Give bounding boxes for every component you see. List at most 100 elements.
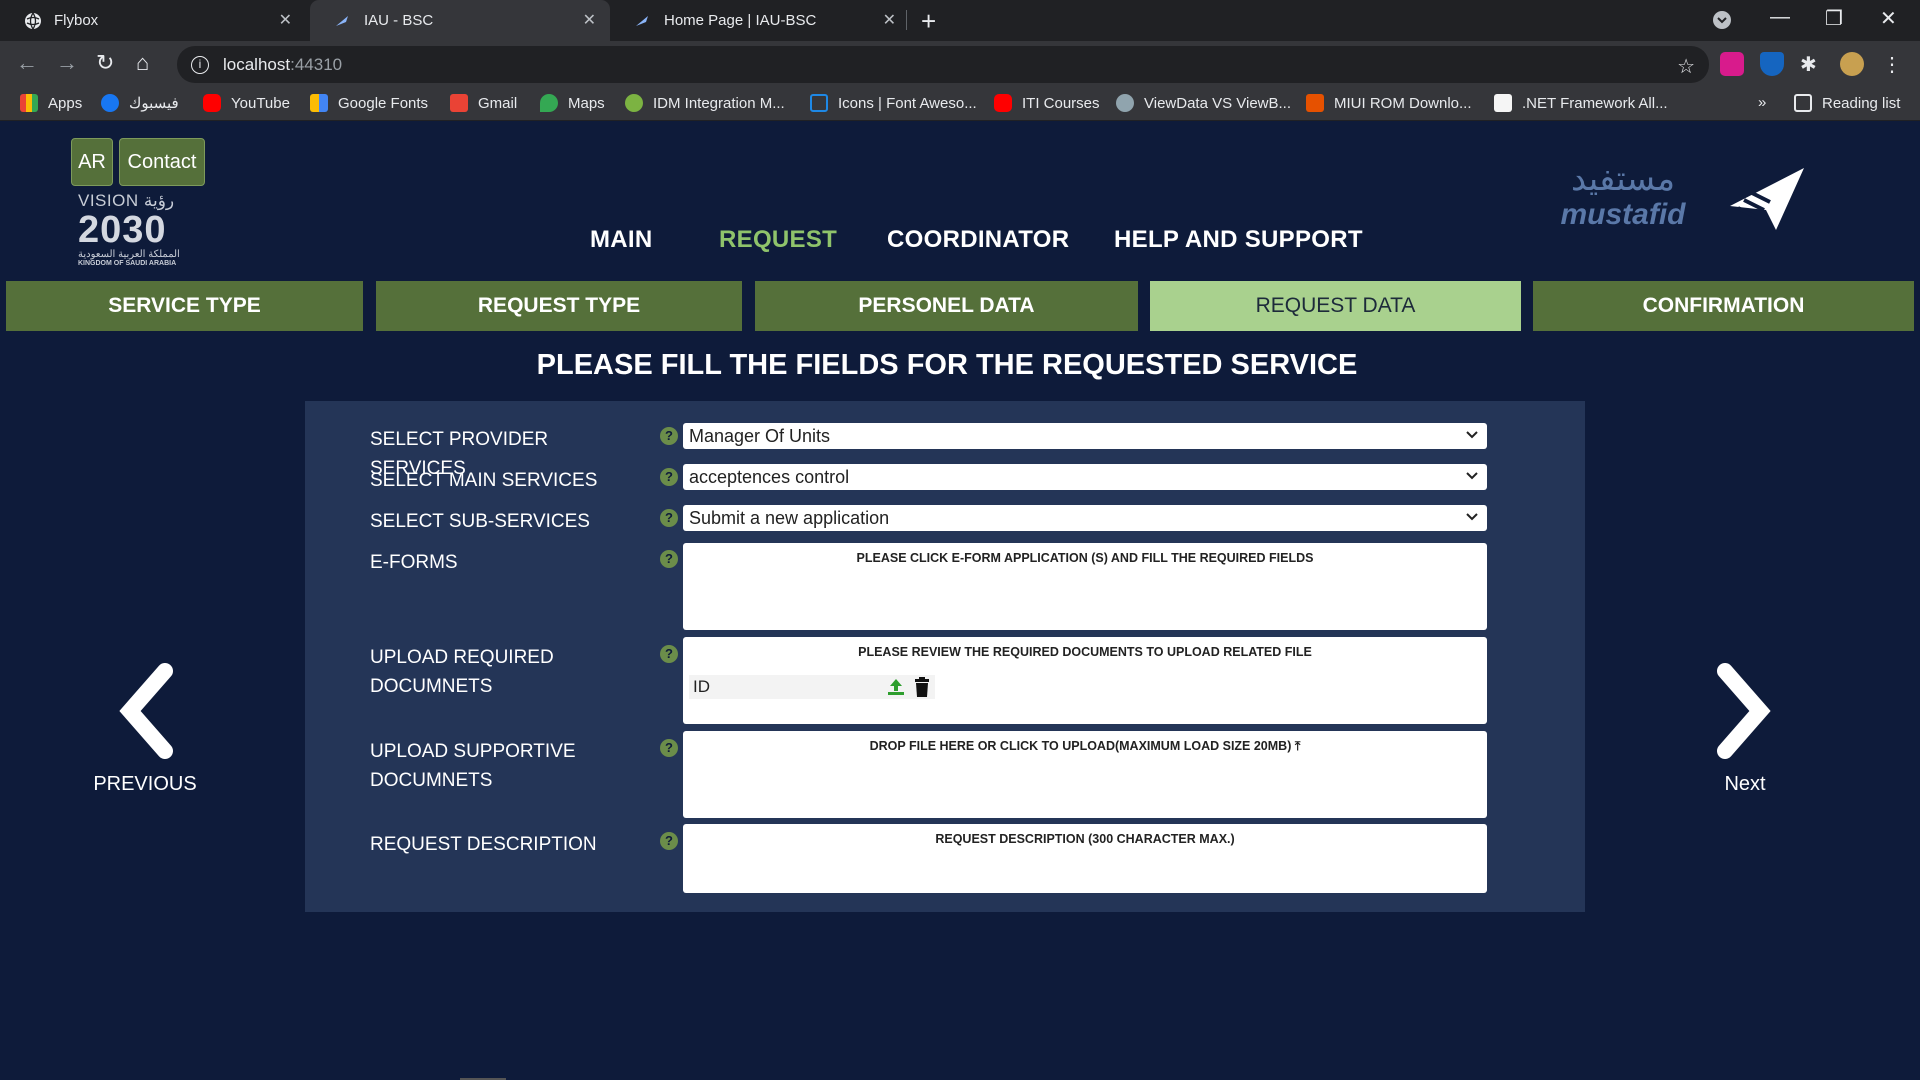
dotnet-icon <box>1494 94 1512 112</box>
main-services-select[interactable]: acceptences control <box>683 464 1487 490</box>
request-description-textarea[interactable]: REQUEST DESCRIPTION (300 CHARACTER MAX.) <box>683 824 1487 893</box>
browser-tab-home-page[interactable]: Home Page | IAU-BSC ✕ <box>610 0 910 41</box>
bookmark-viewdata[interactable]: ViewData VS ViewB... <box>1116 94 1291 112</box>
reading-list-icon <box>1794 94 1812 112</box>
bookmark-google-fonts[interactable]: Google Fonts <box>310 94 428 112</box>
youtube-icon <box>994 94 1012 112</box>
bookmark-gmail[interactable]: Gmail <box>450 94 517 112</box>
browser-tab-flybox[interactable]: Flybox ✕ <box>0 0 306 41</box>
close-icon[interactable]: ✕ <box>883 10 896 30</box>
help-icon[interactable]: ? <box>660 739 678 757</box>
site-info-icon[interactable]: i <box>191 55 209 74</box>
window-close-icon[interactable]: ✕ <box>1880 6 1897 31</box>
forward-arrow-icon[interactable]: → <box>56 50 78 76</box>
upload-required-box: PLEASE REVIEW THE REQUIRED DOCUMENTS TO … <box>683 637 1487 724</box>
kebab-menu-icon[interactable]: ⋮ <box>1882 52 1906 76</box>
bookmark-star-icon[interactable]: ☆ <box>1677 54 1695 79</box>
step-request-data[interactable]: REQUEST DATA <box>1150 281 1521 331</box>
extension-screen-recorder-icon[interactable] <box>1720 52 1744 76</box>
idm-icon <box>625 94 643 112</box>
back-arrow-icon[interactable]: ← <box>16 50 38 76</box>
apps-grid-icon <box>20 94 38 112</box>
contact-button[interactable]: Contact <box>119 138 205 186</box>
viewdata-icon <box>1116 94 1134 112</box>
page-title: PLEASE FILL THE FIELDS FOR THE REQUESTED… <box>536 349 1358 381</box>
profile-avatar[interactable] <box>1840 52 1864 76</box>
bookmarks-overflow-chevron[interactable]: » <box>1758 94 1766 111</box>
page-favicon-icon <box>334 12 352 30</box>
eforms-box[interactable]: PLEASE CLICK E-FORM APPLICATION (S) AND … <box>683 543 1487 630</box>
tab-title: Flybox <box>54 12 99 29</box>
document-name: ID <box>693 677 710 696</box>
tab-search-chevron-icon[interactable] <box>1712 10 1732 36</box>
bookmark-idm[interactable]: IDM Integration M... <box>625 94 785 112</box>
language-ar-button[interactable]: AR <box>71 138 113 186</box>
sub-services-label: SELECT SUB-SERVICES <box>370 511 590 532</box>
youtube-icon <box>203 94 221 112</box>
browser-tab-iau-bsc[interactable]: IAU - BSC ✕ <box>310 0 610 41</box>
upload-small-icon: ⤒ <box>1294 739 1301 753</box>
home-icon[interactable]: ⌂ <box>136 50 149 76</box>
address-bar[interactable]: i localhost:44310 ☆ <box>177 46 1709 83</box>
nav-main[interactable]: MAIN <box>590 226 653 254</box>
upload-supportive-label: UPLOAD SUPPORTIVE DOCUMNETS <box>370 741 576 791</box>
close-icon[interactable]: ✕ <box>583 10 596 30</box>
bookmark-dotnet[interactable]: .NET Framework All... <box>1494 94 1668 112</box>
reading-list[interactable]: Reading list <box>1794 94 1900 112</box>
help-icon[interactable]: ? <box>660 468 678 486</box>
upload-icon[interactable] <box>886 677 906 702</box>
bookmark-font-awesome[interactable]: Icons | Font Aweso... <box>810 94 977 112</box>
help-icon[interactable]: ? <box>660 645 678 663</box>
miui-icon <box>1306 94 1324 112</box>
extensions-puzzle-icon[interactable]: ✱ <box>1800 52 1824 76</box>
bookmark-facebook[interactable]: فيسبوك <box>101 94 179 112</box>
step-confirmation[interactable]: CONFIRMATION <box>1533 281 1914 331</box>
mustafid-logo: مستفيد mustafid <box>1560 160 1686 231</box>
help-icon[interactable]: ? <box>660 427 678 445</box>
upload-supportive-hint: DROP FILE HERE OR CLICK TO UPLOAD(MAXIMU… <box>869 739 1301 753</box>
close-icon[interactable]: ✕ <box>279 10 292 30</box>
step-personel-data[interactable]: PERSONEL DATA <box>755 281 1138 331</box>
upload-supportive-dropzone[interactable]: DROP FILE HERE OR CLICK TO UPLOAD(MAXIMU… <box>683 731 1487 818</box>
chevron-left-icon <box>119 663 173 759</box>
reload-icon[interactable]: ↻ <box>96 50 114 76</box>
page-favicon-icon <box>634 12 652 30</box>
paper-plane-logo-icon <box>1728 166 1806 241</box>
new-tab-plus-icon[interactable]: + <box>921 6 936 37</box>
previous-label[interactable]: PREVIOUS <box>90 773 200 796</box>
globe-icon <box>24 12 42 30</box>
bookmark-miui[interactable]: MIUI ROM Downlo... <box>1306 94 1472 112</box>
bookmark-maps[interactable]: Maps <box>540 94 605 112</box>
trash-icon[interactable] <box>913 677 931 702</box>
restore-icon[interactable]: ❐ <box>1825 6 1843 31</box>
url-port: :44310 <box>290 54 343 74</box>
step-service-type[interactable]: SERVICE TYPE <box>6 281 363 331</box>
help-icon[interactable]: ? <box>660 550 678 568</box>
nav-request[interactable]: REQUEST <box>719 226 837 254</box>
next-button[interactable] <box>1690 661 1800 767</box>
step-request-type[interactable]: REQUEST TYPE <box>376 281 742 331</box>
bookmark-youtube[interactable]: YouTube <box>203 94 290 112</box>
minimize-icon[interactable]: — <box>1770 6 1790 29</box>
maps-icon <box>540 94 558 112</box>
request-description-label: REQUEST DESCRIPTION <box>370 834 597 855</box>
bookmark-apps[interactable]: Apps <box>20 94 82 112</box>
browser-tab-strip: Flybox ✕ IAU - BSC ✕ Home Page | IAU-BSC… <box>0 0 1920 41</box>
bookmark-iti-courses[interactable]: ITI Courses <box>994 94 1100 112</box>
extension-shield-icon[interactable] <box>1760 52 1784 76</box>
sub-services-select[interactable]: Submit a new application <box>683 505 1487 531</box>
help-icon[interactable]: ? <box>660 509 678 527</box>
tab-title: Home Page | IAU-BSC <box>664 12 817 29</box>
browser-toolbar: ← → ↻ ⌂ i localhost:44310 ☆ ✱ ⋮ <box>0 41 1920 88</box>
flag-icon <box>810 94 828 112</box>
chevron-down-icon <box>1466 472 1478 480</box>
main-services-label: SELECT MAIN SERVICES <box>370 470 598 491</box>
next-label[interactable]: Next <box>1690 773 1800 796</box>
nav-coordinator[interactable]: COORDINATOR <box>887 226 1069 254</box>
previous-button[interactable] <box>90 661 200 767</box>
provider-services-select[interactable]: Manager Of Units <box>683 423 1487 449</box>
chevron-down-icon <box>1466 513 1478 521</box>
nav-help-and-support[interactable]: HELP AND SUPPORT <box>1114 226 1363 254</box>
help-icon[interactable]: ? <box>660 832 678 850</box>
url-host: localhost <box>223 54 291 74</box>
